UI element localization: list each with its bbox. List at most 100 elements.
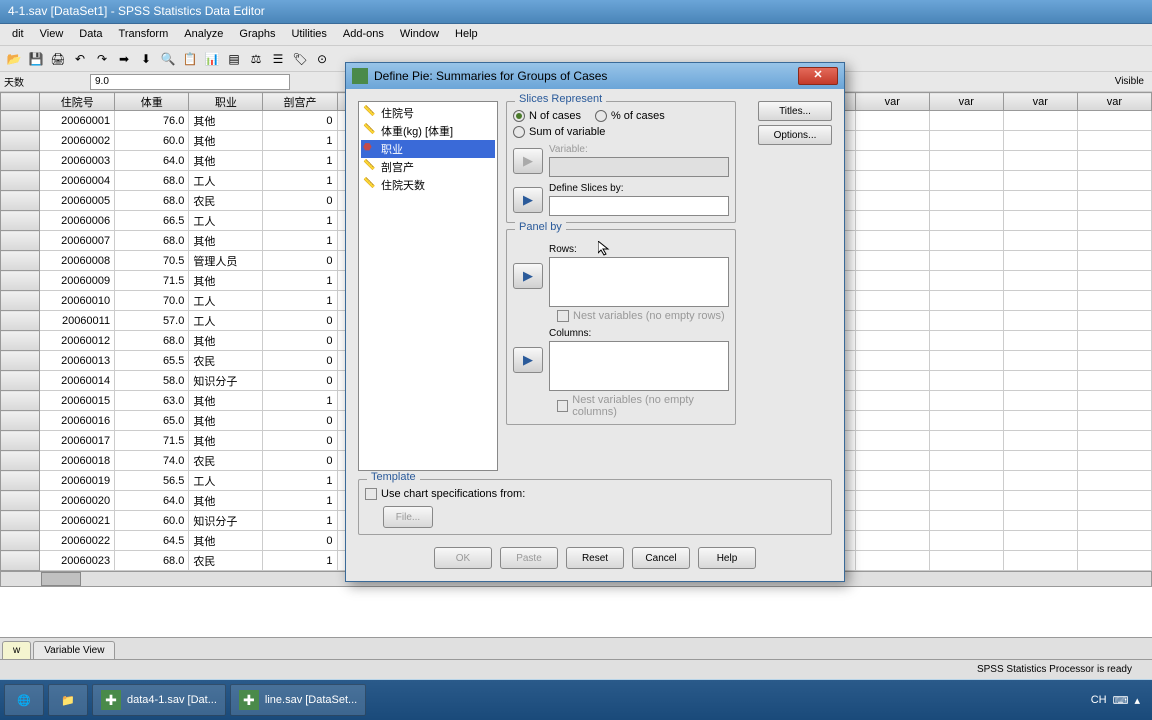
cell[interactable] (855, 111, 929, 131)
cell[interactable] (929, 551, 1003, 571)
cell[interactable]: 0 (263, 191, 337, 211)
cell[interactable] (855, 451, 929, 471)
cell[interactable] (855, 351, 929, 371)
rows-field[interactable] (549, 257, 729, 307)
cell[interactable] (855, 491, 929, 511)
cell[interactable]: 其他 (189, 531, 263, 551)
cell[interactable]: 20060020 (40, 491, 115, 511)
cell[interactable]: 20060003 (40, 151, 115, 171)
col-header-1[interactable]: 住院号 (40, 93, 115, 111)
var-item-selected[interactable]: ⬣职业 (361, 140, 495, 158)
cell[interactable] (929, 231, 1003, 251)
row-header[interactable] (1, 171, 40, 191)
cell[interactable] (855, 511, 929, 531)
move-rows-button[interactable]: ▶ (513, 263, 543, 289)
row-header[interactable] (1, 271, 40, 291)
cell[interactable]: 64.0 (115, 491, 189, 511)
row-header[interactable] (1, 391, 40, 411)
cell[interactable]: 68.0 (115, 231, 189, 251)
cell[interactable] (929, 291, 1003, 311)
cell[interactable] (1077, 191, 1151, 211)
cell[interactable] (1003, 391, 1077, 411)
cell[interactable]: 其他 (189, 271, 263, 291)
row-header[interactable] (1, 451, 40, 471)
cell[interactable] (1003, 291, 1077, 311)
row-header[interactable] (1, 251, 40, 271)
cell[interactable]: 20060011 (40, 311, 115, 331)
radio-pct-cases[interactable]: % of cases (595, 110, 665, 122)
cell[interactable]: 0 (263, 331, 337, 351)
tab-data-view[interactable]: w (2, 641, 31, 659)
row-header[interactable] (1, 531, 40, 551)
save-icon[interactable]: 💾 (26, 49, 46, 69)
cell[interactable] (929, 191, 1003, 211)
cell[interactable]: 其他 (189, 491, 263, 511)
cell[interactable]: 20060021 (40, 511, 115, 531)
cell[interactable]: 20060001 (40, 111, 115, 131)
cell[interactable] (929, 411, 1003, 431)
cell[interactable]: 60.0 (115, 131, 189, 151)
cell[interactable] (1003, 111, 1077, 131)
row-header[interactable] (1, 211, 40, 231)
col-header-4[interactable]: 剖宫产 (263, 93, 337, 111)
var-item[interactable]: 📏住院天数 (361, 176, 495, 194)
cell[interactable]: 1 (263, 211, 337, 231)
col-header-2[interactable]: 体重 (115, 93, 189, 111)
cell[interactable] (1003, 251, 1077, 271)
cell[interactable]: 其他 (189, 431, 263, 451)
row-header[interactable] (1, 131, 40, 151)
value-labels-icon[interactable]: 🏷 (290, 49, 310, 69)
cell[interactable] (855, 271, 929, 291)
menu-data[interactable]: Data (71, 24, 110, 45)
row-header[interactable] (1, 411, 40, 431)
cell[interactable]: 1 (263, 291, 337, 311)
cell[interactable]: 其他 (189, 231, 263, 251)
cell[interactable]: 管理人员 (189, 251, 263, 271)
cell[interactable]: 20060007 (40, 231, 115, 251)
cell[interactable] (1003, 331, 1077, 351)
row-header[interactable] (1, 311, 40, 331)
cell[interactable] (1003, 411, 1077, 431)
cell[interactable]: 20060015 (40, 391, 115, 411)
cell[interactable] (1003, 551, 1077, 571)
cell[interactable]: 20060004 (40, 171, 115, 191)
cell[interactable]: 1 (263, 491, 337, 511)
cell[interactable]: 65.5 (115, 351, 189, 371)
cell[interactable] (1077, 391, 1151, 411)
var-item[interactable]: 📏剖宫产 (361, 158, 495, 176)
menu-addons[interactable]: Add-ons (335, 24, 392, 45)
cell[interactable] (929, 271, 1003, 291)
cell[interactable] (1003, 151, 1077, 171)
col-header-var[interactable]: var (929, 93, 1003, 111)
cell[interactable] (929, 131, 1003, 151)
cell[interactable] (1003, 211, 1077, 231)
cell[interactable] (1077, 511, 1151, 531)
cell[interactable]: 0 (263, 431, 337, 451)
cell[interactable]: 66.5 (115, 211, 189, 231)
cell[interactable]: 20060012 (40, 331, 115, 351)
goto-var-icon[interactable]: ⬇ (136, 49, 156, 69)
cell[interactable]: 其他 (189, 411, 263, 431)
cell[interactable]: 20060013 (40, 351, 115, 371)
cell[interactable] (1077, 251, 1151, 271)
cell[interactable]: 20060014 (40, 371, 115, 391)
cell[interactable] (1077, 131, 1151, 151)
cell[interactable] (929, 531, 1003, 551)
cell[interactable] (855, 391, 929, 411)
cell[interactable]: 65.0 (115, 411, 189, 431)
cell[interactable] (1077, 151, 1151, 171)
cell[interactable]: 20060010 (40, 291, 115, 311)
cell[interactable]: 其他 (189, 111, 263, 131)
cell[interactable]: 知识分子 (189, 511, 263, 531)
cell[interactable]: 68.0 (115, 171, 189, 191)
cell[interactable] (855, 371, 929, 391)
cell[interactable]: 20060019 (40, 471, 115, 491)
row-header[interactable] (1, 111, 40, 131)
system-tray[interactable]: CH ⌨ ▴ (1091, 694, 1148, 707)
insert-var-icon[interactable]: 📊 (202, 49, 222, 69)
row-header[interactable] (1, 431, 40, 451)
cell[interactable] (1077, 431, 1151, 451)
row-header[interactable] (1, 511, 40, 531)
cell[interactable] (1077, 111, 1151, 131)
cell[interactable] (1003, 451, 1077, 471)
